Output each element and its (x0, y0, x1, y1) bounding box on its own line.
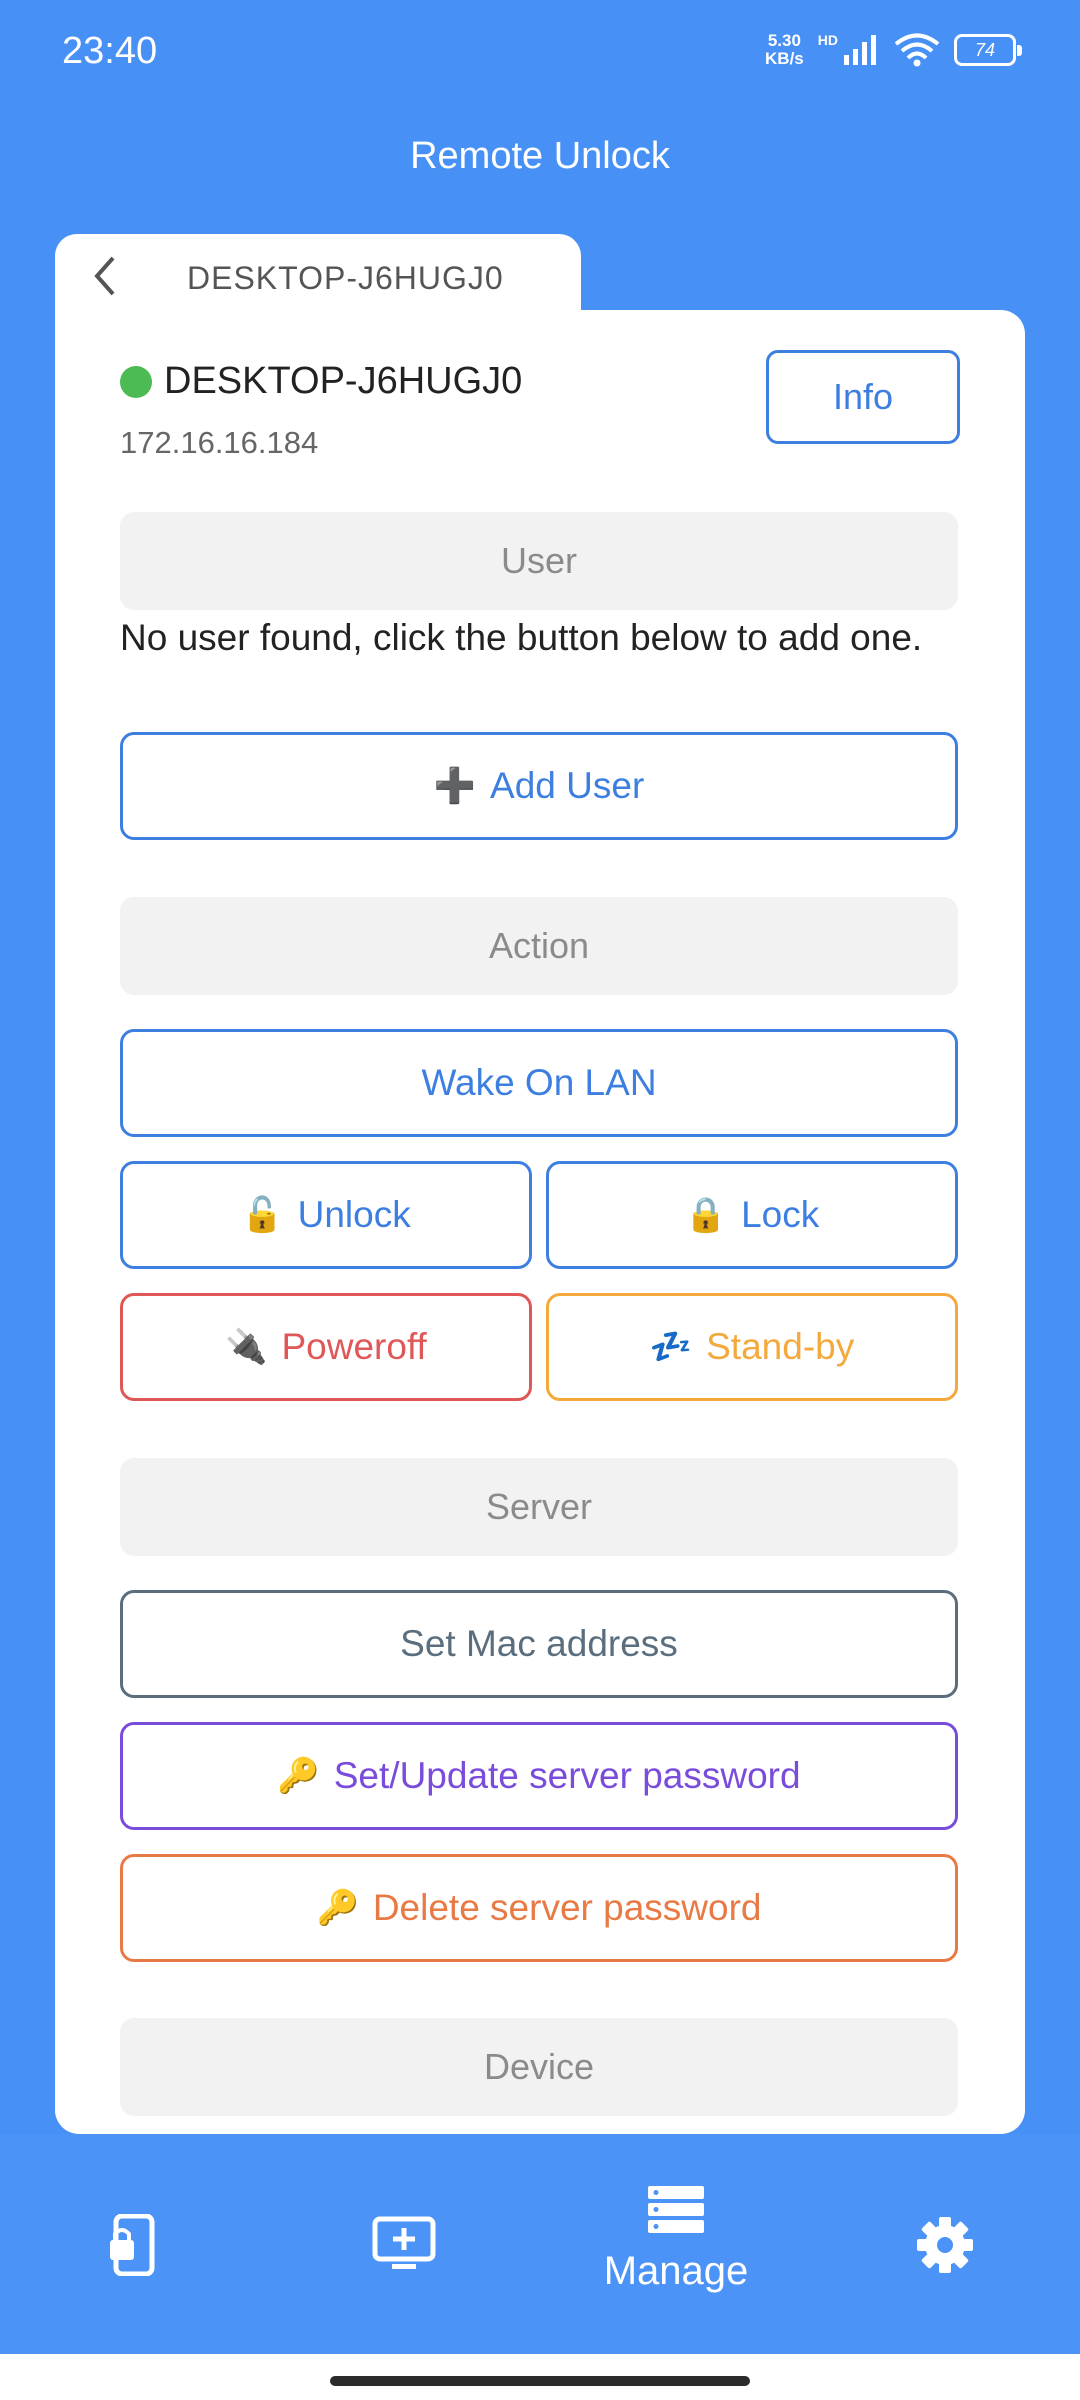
add-user-label: Add User (490, 765, 645, 806)
wake-on-lan-button[interactable]: Wake On LAN (120, 1029, 958, 1137)
key-icon: 🔑 (277, 1757, 320, 1795)
delete-server-password-button[interactable]: 🔑 Delete server password (120, 1854, 958, 1962)
nav-item-manage[interactable]: Manage (596, 2184, 756, 2294)
hd-indicator: HD (817, 32, 838, 48)
key-icon: 🔑 (316, 1889, 359, 1927)
gear-icon (917, 2217, 973, 2273)
sleep-icon: 💤 (649, 1328, 693, 1366)
poweroff-button[interactable]: 🔌 Poweroff (120, 1293, 532, 1401)
info-button[interactable]: Info (766, 350, 960, 444)
device-ip: 172.16.16.184 (120, 425, 319, 460)
device-header: DESKTOP-J6HUGJ0 172.16.16.184 (120, 360, 522, 461)
device-name: DESKTOP-J6HUGJ0 (164, 360, 523, 402)
add-user-button[interactable]: ➕ Add User (120, 732, 958, 840)
device-card: DESKTOP-J6HUGJ0 172.16.16.184 Info User … (55, 310, 1025, 2134)
section-action: Action (120, 897, 958, 995)
standby-label: Stand-by (706, 1326, 855, 1367)
network-speed-unit: KB/s (765, 49, 804, 68)
unlock-label: Unlock (297, 1194, 411, 1235)
home-indicator[interactable] (330, 2376, 750, 2386)
nav-item-unlock[interactable] (108, 2213, 160, 2281)
lock-button[interactable]: 🔒 Lock (546, 1161, 958, 1269)
server-list-icon (648, 2186, 704, 2233)
nav-item-settings[interactable] (916, 2216, 974, 2279)
status-bar: 23:40 5.30 KB/s HD 74 (0, 0, 1080, 104)
unlock-button[interactable]: 🔓 Unlock (120, 1161, 532, 1269)
bottom-navigation: Manage (0, 2134, 1080, 2354)
app-title: Remote Unlock (410, 135, 670, 177)
plug-icon: 🔌 (225, 1328, 268, 1366)
phone-lock-icon (110, 2213, 155, 2277)
device-name-row: DESKTOP-J6HUGJ0 (120, 360, 522, 403)
set-server-password-button[interactable]: 🔑 Set/Update server password (120, 1722, 958, 1830)
delete-server-password-label: Delete server password (372, 1887, 762, 1928)
poweroff-label: Poweroff (281, 1326, 427, 1367)
section-user: User (120, 512, 958, 610)
network-speed-value: 5.30 (767, 31, 801, 50)
no-user-message: No user found, click the button below to… (120, 617, 923, 658)
network-speed: 5.30 KB/s (765, 32, 804, 68)
lock-label: Lock (741, 1194, 820, 1235)
gesture-bar-area (0, 2354, 1080, 2400)
plus-icon: ➕ (433, 767, 477, 805)
set-server-password-label: Set/Update server password (333, 1755, 801, 1796)
section-server: Server (120, 1458, 958, 1556)
back-chevron-icon[interactable] (91, 254, 117, 309)
wifi-icon (894, 33, 940, 67)
standby-button[interactable]: 💤 Stand-by (546, 1293, 958, 1401)
set-mac-address-button[interactable]: Set Mac address (120, 1590, 958, 1698)
signal-icon (844, 35, 876, 65)
section-device: Device (120, 2018, 958, 2116)
online-status-dot (120, 365, 152, 398)
unlock-icon: 🔓 (241, 1196, 284, 1234)
monitor-add-icon (372, 2216, 436, 2269)
nav-label-manage: Manage (603, 2249, 749, 2293)
nav-item-add-device[interactable] (372, 2216, 436, 2277)
battery-indicator: 74 (954, 34, 1022, 66)
status-icons: 5.30 KB/s HD 74 (765, 32, 1022, 68)
tab-label: DESKTOP-J6HUGJ0 (187, 260, 504, 296)
status-time: 23:40 (62, 30, 158, 72)
lock-icon: 🔒 (684, 1196, 728, 1234)
